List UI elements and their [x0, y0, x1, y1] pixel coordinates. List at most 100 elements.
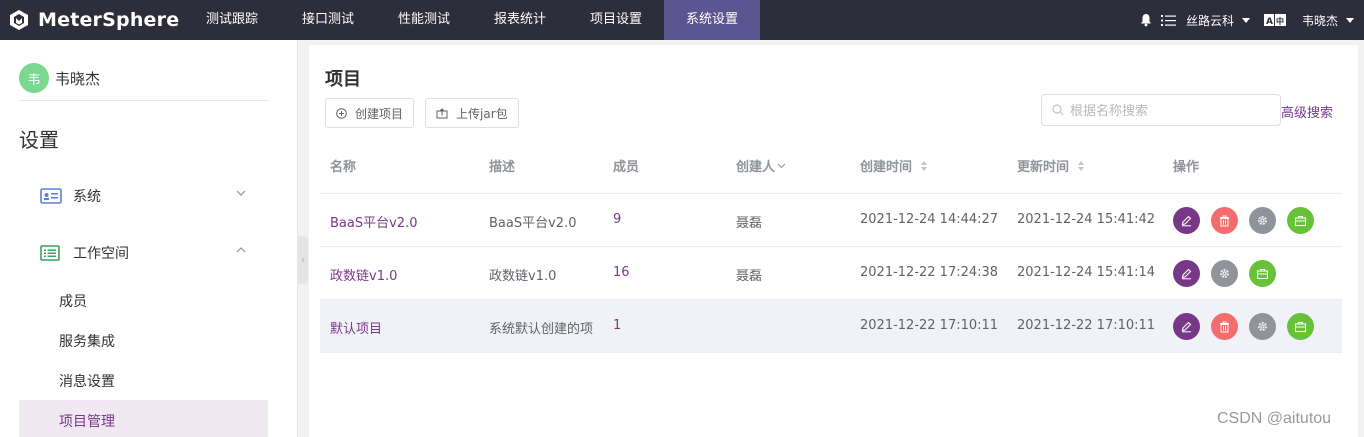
gear-icon — [1258, 216, 1267, 225]
nav-performance-test[interactable]: 性能测试 — [376, 0, 472, 40]
nav-reports[interactable]: 报表统计 — [472, 0, 568, 40]
jar-package-button[interactable] — [1287, 313, 1314, 340]
create-project-label: 创建项目 — [355, 106, 404, 121]
jar-package-button[interactable] — [1249, 260, 1276, 287]
table-row[interactable]: 默认项目 系统默认创建的项 1 2021-12-22 17:10:11 2021… — [320, 300, 1342, 353]
project-name[interactable]: 默认项目 — [330, 318, 382, 337]
project-description: 政数链v1.0 — [489, 269, 557, 284]
project-members[interactable]: 1 — [613, 318, 621, 333]
project-created-time: 2021-12-22 17:10:11 — [860, 318, 999, 333]
table-row[interactable]: BaaS平台v2.0 BaaS平台v2.0 9 聂磊 2021-12-24 14… — [320, 194, 1342, 247]
avatar: 韦 — [19, 63, 49, 93]
edit-icon — [1181, 268, 1192, 280]
system-icon — [40, 188, 62, 204]
nav-project-settings[interactable]: 项目设置 — [568, 0, 664, 40]
search-icon — [1052, 104, 1064, 116]
search-input[interactable] — [1070, 102, 1270, 118]
logo-text: MeterSphere — [38, 9, 180, 31]
gear-icon — [1220, 269, 1229, 278]
sidebar-subitem-integrations[interactable]: 服务集成 — [59, 331, 115, 351]
project-description: 系统默认创建的项 — [489, 322, 594, 337]
delete-button[interactable] — [1211, 207, 1238, 234]
column-creator-label: 创建人 — [736, 160, 776, 175]
nav-system-settings[interactable]: 系统设置 — [664, 0, 760, 40]
column-actions: 操作 — [1173, 160, 1200, 175]
edit-button[interactable] — [1173, 260, 1200, 287]
gear-icon — [1258, 322, 1267, 331]
project-updated-time: 2021-12-24 15:41:14 — [1017, 265, 1156, 280]
edit-button[interactable] — [1173, 313, 1200, 340]
chevron-up-icon — [236, 247, 246, 253]
project-members[interactable]: 9 — [613, 212, 621, 227]
sidebar-item-label: 系统 — [73, 189, 101, 205]
main-nav: 测试跟踪 接口测试 性能测试 报表统计 项目设置 系统设置 — [184, 0, 760, 40]
logo[interactable]: MeterSphere — [0, 9, 184, 31]
project-name[interactable]: 政数链v1.0 — [330, 265, 397, 284]
workspace-switcher[interactable]: 丝路云科 — [1186, 12, 1250, 29]
sidebar-subitem-messages[interactable]: 消息设置 — [59, 371, 115, 391]
row-actions — [1173, 260, 1287, 287]
column-members: 成员 — [613, 160, 640, 175]
sort-icon — [1078, 160, 1085, 171]
delete-button[interactable] — [1211, 313, 1238, 340]
bell-icon[interactable] — [1139, 13, 1153, 27]
edit-button[interactable] — [1173, 207, 1200, 234]
chevron-down-icon — [236, 190, 246, 196]
plus-circle-icon — [336, 107, 347, 119]
sidebar-item-system[interactable]: 系统 — [40, 186, 246, 206]
sidebar-subitem-members[interactable]: 成员 — [59, 291, 87, 311]
package-icon — [1294, 215, 1307, 226]
upload-jar-label: 上传jar包 — [456, 106, 508, 121]
language-icon[interactable]: A中 — [1263, 13, 1286, 27]
package-icon — [1256, 268, 1269, 279]
sidebar-item-workspace[interactable]: 工作空间 — [40, 243, 246, 263]
create-project-button[interactable]: 创建项目 — [325, 98, 415, 128]
settings-button[interactable] — [1211, 260, 1238, 287]
svg-text:A: A — [1266, 17, 1273, 27]
chevron-left-icon: ‹ — [301, 254, 305, 266]
trash-icon — [1220, 215, 1229, 226]
edit-icon — [1181, 321, 1192, 333]
project-updated-time: 2021-12-22 17:10:11 — [1017, 318, 1156, 333]
project-members[interactable]: 16 — [613, 265, 630, 280]
project-name[interactable]: BaaS平台v2.0 — [330, 212, 417, 231]
project-updated-time: 2021-12-24 15:41:42 — [1017, 212, 1156, 227]
nav-test-tracking[interactable]: 测试跟踪 — [184, 0, 280, 40]
nav-api-test[interactable]: 接口测试 — [280, 0, 376, 40]
column-name: 名称 — [330, 160, 357, 175]
row-actions — [1173, 207, 1325, 234]
settings-button[interactable] — [1249, 207, 1276, 234]
project-description: BaaS平台v2.0 — [489, 216, 577, 231]
chevron-down-icon — [1346, 17, 1354, 23]
divider — [19, 100, 269, 101]
column-updated-time[interactable]: 更新时间 — [1017, 156, 1085, 175]
column-creator[interactable]: 创建人 — [736, 156, 786, 175]
project-table: 名称 描述 成员 创建人 创建时间 更新时间 操作 BaaS平台v2.0 Baa… — [320, 134, 1342, 353]
project-creator: 聂磊 — [736, 216, 763, 231]
watermark: CSDN @aitutou — [1217, 410, 1332, 427]
search-box[interactable] — [1041, 94, 1281, 126]
column-created-time[interactable]: 创建时间 — [860, 156, 928, 175]
upload-icon — [436, 107, 448, 118]
project-created-time: 2021-12-22 17:24:38 — [860, 265, 999, 280]
sort-icon — [921, 160, 928, 171]
package-icon — [1294, 321, 1307, 332]
upload-jar-button[interactable]: 上传jar包 — [425, 98, 519, 128]
settings-button[interactable] — [1249, 313, 1276, 340]
settings-title: 设置 — [19, 128, 59, 152]
sidebar-subitem-project-management[interactable]: 项目管理 — [59, 411, 115, 431]
advanced-search-link[interactable]: 高级搜索 — [1281, 102, 1333, 121]
top-right-tools: 丝路云科 A中 韦晓杰 — [1139, 0, 1364, 40]
task-list-icon[interactable] — [1160, 14, 1176, 27]
workspace-name: 丝路云科 — [1185, 13, 1234, 28]
chevron-down-icon — [1241, 17, 1250, 23]
metersphere-logo-icon — [10, 10, 28, 30]
project-creator: 聂磊 — [736, 269, 763, 284]
row-actions — [1173, 313, 1325, 340]
sidebar-collapse-handle[interactable]: ‹ — [298, 236, 308, 284]
user-name: 韦晓杰 — [55, 69, 101, 88]
column-updated-label: 更新时间 — [1017, 160, 1070, 175]
user-menu[interactable]: 韦晓杰 — [1302, 12, 1354, 29]
jar-package-button[interactable] — [1287, 207, 1314, 234]
table-row[interactable]: 政数链v1.0 政数链v1.0 16 聂磊 2021-12-22 17:24:3… — [320, 247, 1342, 300]
